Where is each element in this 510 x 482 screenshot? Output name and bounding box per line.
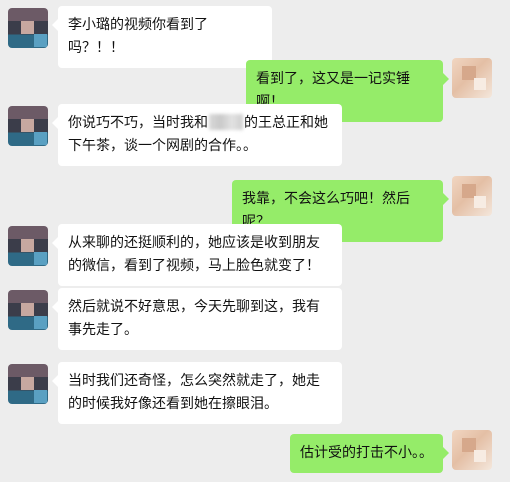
contact-avatar[interactable] — [8, 8, 48, 48]
message-text: 李小璐的视频你看到了吗？！！ — [68, 17, 208, 56]
contact-avatar[interactable] — [8, 226, 48, 266]
user-avatar[interactable] — [452, 58, 492, 98]
message-text-part-1: 你说巧不巧，当时我和 — [68, 115, 208, 131]
user-avatar[interactable] — [452, 176, 492, 216]
contact-avatar[interactable] — [8, 290, 48, 330]
message-bubble-incoming[interactable]: 从来聊的还挺顺利的，她应该是收到朋友的微信，看到了视频，马上脸色就变了！ — [52, 224, 342, 286]
message-text: 当时我们还奇怪，怎么突然就走了，她走的时候我好像还看到她在擦眼泪。 — [68, 373, 320, 412]
message-bubble-incoming[interactable]: 当时我们还奇怪，怎么突然就走了，她走的时候我好像还看到她在擦眼泪。 — [52, 362, 342, 424]
user-avatar[interactable] — [452, 430, 492, 470]
message-bubble-incoming[interactable]: 你说巧不巧，当时我和 的王总正和她下午茶，谈一个网剧的合作。。 — [52, 104, 342, 166]
message-bubble-incoming[interactable]: 然后就说不好意思，今天先聊到这，我有事先走了。 — [52, 288, 342, 350]
contact-avatar[interactable] — [8, 364, 48, 404]
message-bubble-outgoing[interactable]: 估计受的打击不小。。 — [290, 434, 449, 473]
message-text: 然后就说不好意思，今天先聊到这，我有事先走了。 — [68, 299, 320, 338]
redacted-name — [209, 114, 243, 130]
message-text: 从来聊的还挺顺利的，她应该是收到朋友的微信，看到了视频，马上脸色就变了！ — [68, 235, 320, 274]
message-bubble-incoming[interactable]: 李小璐的视频你看到了吗？！！ — [52, 6, 272, 68]
message-text: 估计受的打击不小。。 — [300, 445, 433, 461]
contact-avatar[interactable] — [8, 106, 48, 146]
